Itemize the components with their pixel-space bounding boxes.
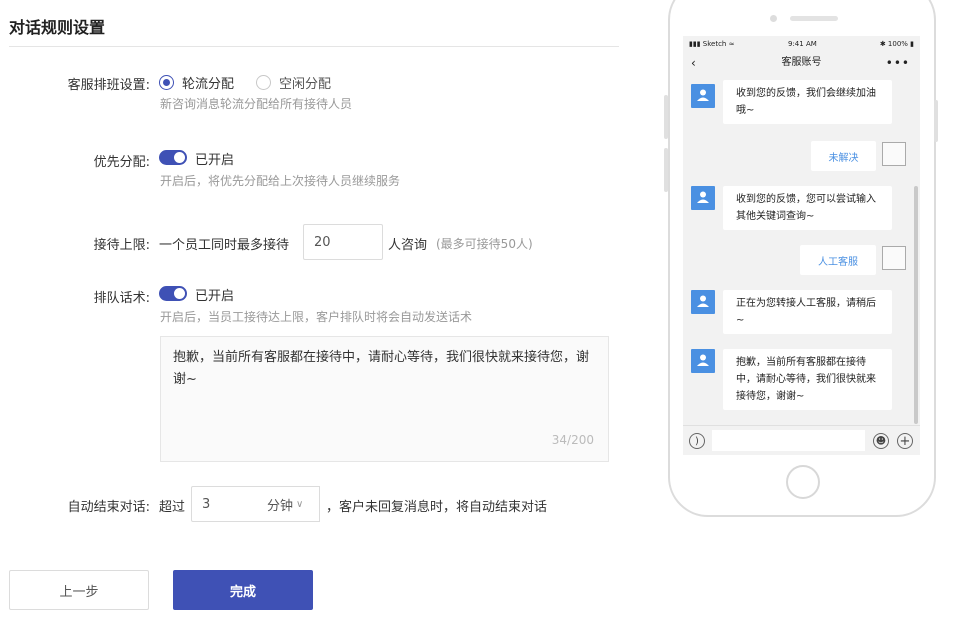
chat-scrollbar[interactable] [914, 186, 918, 424]
limit-label: 接待上限: [93, 238, 150, 253]
volume-down-button [664, 148, 668, 192]
queue-status: 已开启 [195, 289, 235, 304]
limit-prefix: 一个员工同时最多接待 [159, 238, 290, 253]
reply-checkbox[interactable] [882, 142, 906, 166]
priority-hint: 开启后，将优先分配给上次接待人员继续服务 [160, 174, 401, 188]
limit-input[interactable]: 20 [303, 224, 383, 260]
assign-label: 客服排班设置: [67, 78, 150, 93]
auto-end-suffix: ，客户未回复消息时，将自动结束对话 [326, 500, 548, 515]
status-bar: ▮▮▮ Sketch ≈ 9:41 AM ✱ 100% ▮ [683, 36, 920, 52]
phone-screen: ▮▮▮ Sketch ≈ 9:41 AM ✱ 100% ▮ ‹ 客服账号 •••… [683, 36, 920, 455]
message-bubble: 抱歉，当前所有客服都在接待中，请耐心等待，我们很快就来接待您，谢谢~ [723, 349, 892, 410]
bot-avatar-icon [691, 186, 715, 210]
queue-label: 排队话术: [93, 291, 150, 306]
battery-indicator: ✱ 100% ▮ [879, 40, 914, 48]
bot-avatar-icon [691, 290, 715, 314]
char-counter: 34/200 [551, 433, 594, 447]
prev-button[interactable]: 上一步 [9, 570, 149, 610]
emoji-icon[interactable]: ☻ [873, 433, 889, 449]
assign-hint: 新咨询消息轮流分配给所有接待人员 [160, 97, 353, 111]
done-button[interactable]: 完成 [173, 570, 313, 610]
radio-rotate[interactable]: 轮流分配 [159, 73, 234, 92]
power-button [934, 100, 938, 142]
radio-rotate-label: 轮流分配 [182, 77, 235, 92]
volume-up-button [664, 95, 668, 139]
quick-reply-unresolved[interactable]: 未解决 [811, 141, 876, 171]
queue-message-text: 抱歉，当前所有客服都在接待中，请耐心等待，我们很快就来接待您，谢谢~ [173, 350, 590, 387]
radio-unselected-icon [256, 75, 271, 90]
limit-note: (最多可接待50人) [436, 237, 533, 251]
carrier-name: Sketch [702, 40, 727, 48]
page-title: 对话规则设置 [9, 18, 106, 37]
chat-area: 收到您的反馈，我们会继续加油哦~ 未解决 收到您的反馈，您可以尝试输入其他关键词… [683, 76, 920, 424]
battery-percent: 100% [887, 40, 908, 48]
priority-status: 已开启 [195, 153, 235, 168]
speaker-grille [790, 16, 838, 21]
queue-toggle[interactable] [159, 286, 187, 301]
auto-end-label: 自动结束对话: [67, 500, 150, 515]
title-divider [9, 46, 619, 47]
priority-label: 优先分配: [93, 155, 150, 170]
auto-end-input[interactable]: 3 [191, 486, 257, 522]
chat-input[interactable] [712, 430, 865, 451]
carrier-label: ▮▮▮ Sketch ≈ [689, 40, 735, 48]
chat-input-bar: ) ☻ + [683, 425, 920, 455]
radio-idle-label: 空闲分配 [279, 77, 332, 92]
message-bubble: 正在为您转接人工客服，请稍后~ [723, 290, 892, 334]
limit-suffix: 人咨询 [388, 238, 428, 253]
chevron-down-icon: ∨ [296, 498, 304, 510]
back-arrow-icon[interactable]: ‹ [691, 52, 696, 74]
camera-icon [770, 15, 777, 22]
queue-hint: 开启后，当员工接待达上限，客户排队时将会自动发送话术 [160, 310, 473, 324]
chat-navbar: ‹ 客服账号 ••• [683, 52, 920, 74]
time-unit-select[interactable]: 分钟 ∨ [256, 486, 320, 522]
radio-selected-icon [159, 75, 174, 90]
message-bubble: 收到您的反馈，您可以尝试输入其他关键词查询~ [723, 186, 892, 230]
bot-avatar-icon [691, 84, 715, 108]
priority-toggle[interactable] [159, 150, 187, 165]
auto-end-prefix: 超过 [159, 500, 186, 515]
home-button [786, 465, 820, 499]
quick-reply-human[interactable]: 人工客服 [800, 245, 876, 275]
time-unit-value: 分钟 [267, 498, 294, 514]
plus-icon[interactable]: + [897, 433, 913, 449]
reply-checkbox[interactable] [882, 246, 906, 270]
radio-idle[interactable]: 空闲分配 [256, 73, 331, 92]
queue-message-textarea[interactable]: 抱歉，当前所有客服都在接待中，请耐心等待，我们很快就来接待您，谢谢~ 34/20… [160, 336, 609, 462]
more-icon[interactable]: ••• [886, 52, 910, 74]
voice-icon[interactable]: ) [689, 433, 705, 449]
message-bubble: 收到您的反馈，我们会继续加油哦~ [723, 80, 892, 124]
bot-avatar-icon [691, 349, 715, 373]
nav-title: 客服账号 [781, 57, 822, 68]
status-time: 9:41 AM [788, 40, 817, 48]
